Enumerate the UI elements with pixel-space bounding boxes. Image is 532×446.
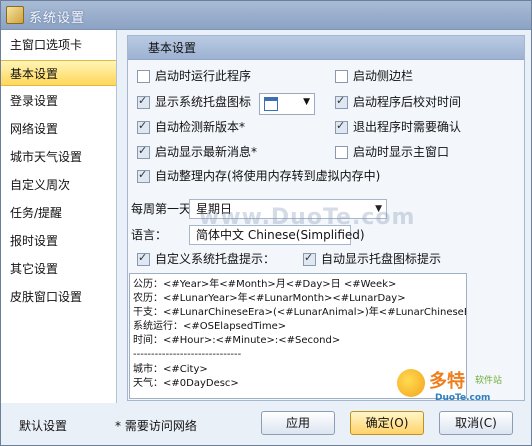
auto-tray-tip-checkbox[interactable]: 自动显示托盘图标提示	[303, 249, 441, 268]
app-icon	[6, 6, 24, 24]
site-logo-watermark: 多特 软件站 DuoTe.com	[397, 367, 529, 411]
format-line: 时间：<#Hour>:<#Minute>:<#Second>	[133, 335, 341, 347]
window-title: 系统设置	[29, 11, 86, 26]
sidebar-item-city-weather[interactable]: 城市天气设置	[1, 144, 116, 170]
language-label: 语言：	[131, 228, 168, 242]
custom-tray-tip-checkbox[interactable]: 自定义系统托盘提示：	[137, 249, 275, 268]
sidebar-item-network-settings[interactable]: 网络设置	[1, 116, 116, 142]
format-line: ------------------------------	[133, 349, 242, 361]
confirm-exit-checkbox[interactable]: 退出程序时需要确认	[335, 117, 461, 136]
logo-text: 多特	[429, 371, 465, 392]
sidebar-item-main-tabs[interactable]: 主窗口选项卡	[1, 32, 116, 58]
format-line: 公历：<#Year>年<#Month>月<#Day>日 <#Week>	[133, 279, 397, 290]
sidebar-item-login-settings[interactable]: 登录设置	[1, 88, 116, 114]
center-watermark: www.DuoTe.com	[199, 205, 416, 230]
format-line: 干支：<#LunarChineseEra>(<#LunarAnimal>)年<#…	[133, 307, 467, 319]
sidebar-item-time-announce[interactable]: 报时设置	[1, 228, 116, 254]
default-settings-link[interactable]: 默认设置	[19, 417, 67, 434]
network-note: * 需要访问网络	[115, 419, 197, 433]
cancel-button[interactable]: 取消(C)	[439, 411, 513, 435]
panel-header: 基本设置	[128, 36, 524, 60]
sidebar-item-basic-settings[interactable]: 基本设置	[1, 60, 116, 86]
title-bar[interactable]: 系统设置	[1, 1, 531, 30]
auto-check-update-checkbox[interactable]: 自动检测新版本*	[137, 117, 245, 136]
logo-icon	[397, 369, 425, 397]
format-line: 农历：<#LunarYear>年<#LunarMonth><#LunarDay>	[133, 293, 406, 305]
tray-icon-dropdown[interactable]: ▼	[259, 93, 315, 115]
chevron-down-icon: ▼	[303, 97, 310, 107]
show-sidebar-checkbox[interactable]: 启动侧边栏	[335, 67, 413, 85]
language-value: 简体中文 Chinese(Simplified)	[196, 228, 365, 242]
show-news-checkbox[interactable]: 启动显示最新消息*	[137, 142, 257, 161]
show-tray-icon-checkbox[interactable]: 显示系统托盘图标	[137, 92, 251, 111]
sidebar-item-skin-window[interactable]: 皮肤窗口设置	[1, 284, 116, 310]
sidebar-item-custom-week[interactable]: 自定义周次	[1, 172, 116, 198]
settings-sidebar: 主窗口选项卡 基本设置 登录设置 网络设置 城市天气设置 自定义周次 任务/提醒…	[1, 30, 117, 403]
ok-button[interactable]: 确定(O)	[350, 411, 424, 435]
logo-url: DuoTe.com	[435, 393, 491, 403]
logo-subtext: 软件站	[475, 376, 503, 386]
sync-time-checkbox[interactable]: 启动程序后校对时间	[335, 92, 461, 111]
run-at-startup-checkbox[interactable]: 启动时运行此程序	[137, 67, 251, 85]
auto-memory-checkbox[interactable]: 自动整理内存(将使用内存转到虚拟内存中)	[137, 166, 380, 185]
sidebar-item-tasks-reminders[interactable]: 任务/提醒	[1, 200, 116, 226]
settings-window: 系统设置 主窗口选项卡 基本设置 登录设置 网络设置 城市天气设置 自定义周次 …	[0, 0, 532, 446]
format-line: 系统运行：<#OSElapsedTime>	[133, 321, 287, 333]
window-icon	[264, 97, 278, 111]
show-main-window-checkbox[interactable]: 启动时显示主窗口	[335, 143, 449, 161]
apply-button[interactable]: 应用	[261, 411, 335, 435]
sidebar-item-other-settings[interactable]: 其它设置	[1, 256, 116, 282]
